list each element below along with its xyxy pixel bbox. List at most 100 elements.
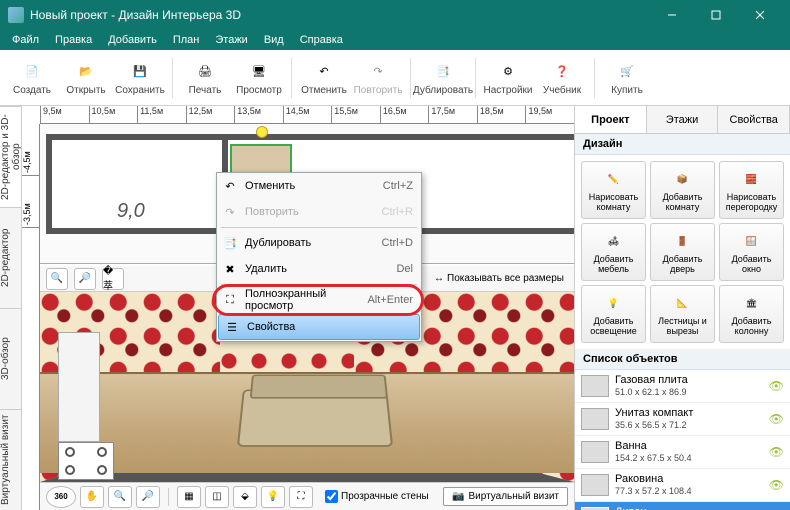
print-button[interactable]: 🖨Печать — [179, 53, 231, 103]
vtab-1[interactable]: 2D-редактор — [0, 207, 21, 308]
zoom-out-2d-button[interactable]: 🔎 — [74, 268, 96, 290]
rtab-Этажи[interactable]: Этажи — [647, 106, 719, 133]
ctx-shortcut: Del — [396, 263, 413, 275]
redo-button[interactable]: ↷ Повторить — [352, 53, 404, 103]
close-button[interactable] — [738, 0, 782, 30]
undo-button[interactable]: ↶Отменить — [298, 53, 350, 103]
design-label: Добавить окно — [722, 254, 781, 274]
ctx-full[interactable]: ⛶Полноэкранный просмотрAlt+Enter — [217, 287, 421, 313]
object-name: Газовая плита — [615, 374, 763, 387]
object-name: Диван — [615, 506, 763, 510]
fit-2d-button[interactable]: �萃 — [102, 268, 124, 290]
vtab-3[interactable]: Виртуальный визит — [0, 409, 21, 510]
design-6[interactable]: 💡Добавить освещение — [581, 285, 646, 343]
maximize-button[interactable] — [694, 0, 738, 30]
visibility-icon[interactable]: 👁 — [769, 445, 784, 459]
room-area-label: 9,0 — [117, 200, 145, 223]
ctx-dup[interactable]: 📑ДублироватьCtrl+D — [217, 230, 421, 256]
help-button[interactable]: ❓Учебник — [536, 53, 588, 103]
object-item[interactable]: Унитаз компакт35.6 x 56.5 x 71.2👁 — [575, 403, 790, 436]
menu-3[interactable]: План — [165, 32, 208, 48]
design-7[interactable]: 📐Лестницы и вырезы — [650, 285, 715, 343]
fridge-3d[interactable] — [58, 332, 100, 442]
duplicate-button[interactable]: 📑Дублировать — [417, 53, 469, 103]
sofa-3d[interactable] — [237, 389, 393, 446]
buy-button[interactable]: 🛒Купить — [601, 53, 653, 103]
toolbar-label: Создать — [13, 85, 51, 96]
ctx-undo[interactable]: ↶ОтменитьCtrl+Z — [217, 173, 421, 199]
object-item[interactable]: Газовая плита51.0 x 62.1 x 86.9👁 — [575, 370, 790, 403]
context-menu[interactable]: ↶ОтменитьCtrl+Z↷ПовторитьCtrl+R📑Дублиров… — [216, 172, 422, 342]
object-list[interactable]: Газовая плита51.0 x 62.1 x 86.9👁Унитаз к… — [575, 370, 790, 510]
menu-5[interactable]: Вид — [256, 32, 292, 48]
vertical-tabs: 2D-редактор и 3D-обзор2D-редактор3D-обзо… — [0, 106, 22, 510]
ctx-prop[interactable]: ☰Свойства — [218, 314, 420, 340]
orbit-button[interactable]: 360 — [46, 486, 76, 508]
ruler-tick: 13,5м — [234, 106, 283, 123]
menu-4[interactable]: Этажи — [207, 32, 255, 48]
visibility-icon[interactable]: 👁 — [769, 412, 784, 426]
design-icon: ✏️ — [603, 168, 625, 190]
show-dims-toggle[interactable]: ↔ Показывать все размеры — [430, 273, 568, 284]
3d-controls: 360 ✋ 🔍 🔎 ▦ ◫ ⬙ 💡 ⛶ Прозрачные стены 📷 В… — [40, 482, 574, 510]
zoom-out-3d-button[interactable]: 🔎 — [136, 486, 160, 508]
transparent-walls-checkbox[interactable]: Прозрачные стены — [325, 490, 429, 503]
object-item[interactable]: Раковина77.3 x 57.2 x 108.4👁 — [575, 469, 790, 502]
toolbar-label: Просмотр — [236, 85, 282, 96]
view-walls-button[interactable]: ◫ — [205, 486, 229, 508]
minimize-button[interactable] — [650, 0, 694, 30]
view-top-button[interactable]: ▦ — [177, 486, 201, 508]
zoom-in-3d-button[interactable]: 🔍 — [108, 486, 132, 508]
view-light-button[interactable]: 💡 — [261, 486, 285, 508]
zoom-in-2d-button[interactable]: 🔍 — [46, 268, 68, 290]
menu-6[interactable]: Справка — [292, 32, 351, 48]
open-button[interactable]: 📂Открыть — [60, 53, 112, 103]
design-1[interactable]: 📦Добавить комнату — [650, 161, 715, 219]
redo-icon: ↷ — [366, 59, 390, 83]
design-icon: 💡 — [603, 292, 625, 314]
object-item[interactable]: Ванна154.2 x 67.5 x 50.4👁 — [575, 436, 790, 469]
preview-button[interactable]: 🖥Просмотр — [233, 53, 285, 103]
menu-1[interactable]: Правка — [47, 32, 100, 48]
pan-button[interactable]: ✋ — [80, 486, 104, 508]
create-button[interactable]: 📄Создать — [6, 53, 58, 103]
object-thumb — [581, 474, 609, 496]
ctx-shortcut: Ctrl+R — [382, 206, 413, 218]
toolbar-label: Учебник — [543, 85, 581, 96]
object-item[interactable]: Диван193.8 x 101.3 x 99.9👁 — [575, 502, 790, 510]
design-8[interactable]: 🏛Добавить колонну — [719, 285, 784, 343]
settings-button[interactable]: ⚙Настройки — [482, 53, 534, 103]
ctx-label: Повторить — [245, 206, 299, 218]
vtab-0[interactable]: 2D-редактор и 3D-обзор — [0, 106, 21, 207]
ctx-del[interactable]: ✖УдалитьDel — [217, 256, 421, 282]
design-header: Дизайн — [575, 134, 790, 155]
dup-icon: 📑 — [222, 235, 238, 251]
visibility-icon[interactable]: 👁 — [769, 478, 784, 492]
design-2[interactable]: 🧱Нарисовать перегородку — [719, 161, 784, 219]
design-3[interactable]: 🛋Добавить мебель — [581, 223, 646, 281]
design-0[interactable]: ✏️Нарисовать комнату — [581, 161, 646, 219]
vtab-2[interactable]: 3D-обзор — [0, 308, 21, 409]
design-4[interactable]: 🚪Добавить дверь — [650, 223, 715, 281]
save-button[interactable]: 💾Сохранить — [114, 53, 166, 103]
view-fullscreen-button[interactable]: ⛶ — [289, 486, 313, 508]
light-marker[interactable] — [256, 126, 268, 138]
toolbar-label: Повторить — [354, 85, 403, 96]
stove-3d[interactable] — [58, 442, 114, 480]
rtab-Проект[interactable]: Проект — [575, 106, 647, 133]
prop-icon: ☰ — [224, 319, 240, 335]
virtual-visit-button[interactable]: 📷 Виртуальный визит — [443, 487, 568, 506]
ruler-tick: -4,5м — [22, 124, 39, 176]
objects-header: Список объектов — [575, 349, 790, 370]
visibility-icon[interactable]: 👁 — [769, 379, 784, 393]
full-icon: ⛶ — [222, 292, 238, 308]
view-roof-button[interactable]: ⬙ — [233, 486, 257, 508]
rtab-Свойства[interactable]: Свойства — [718, 106, 790, 133]
menu-0[interactable]: Файл — [4, 32, 47, 48]
ctx-label: Полноэкранный просмотр — [245, 288, 367, 312]
toolbar-label: Открыть — [66, 85, 105, 96]
ruler-tick: 17,5м — [428, 106, 477, 123]
design-icon: 📐 — [672, 292, 694, 314]
design-5[interactable]: 🪟Добавить окно — [719, 223, 784, 281]
menu-2[interactable]: Добавить — [100, 32, 165, 48]
